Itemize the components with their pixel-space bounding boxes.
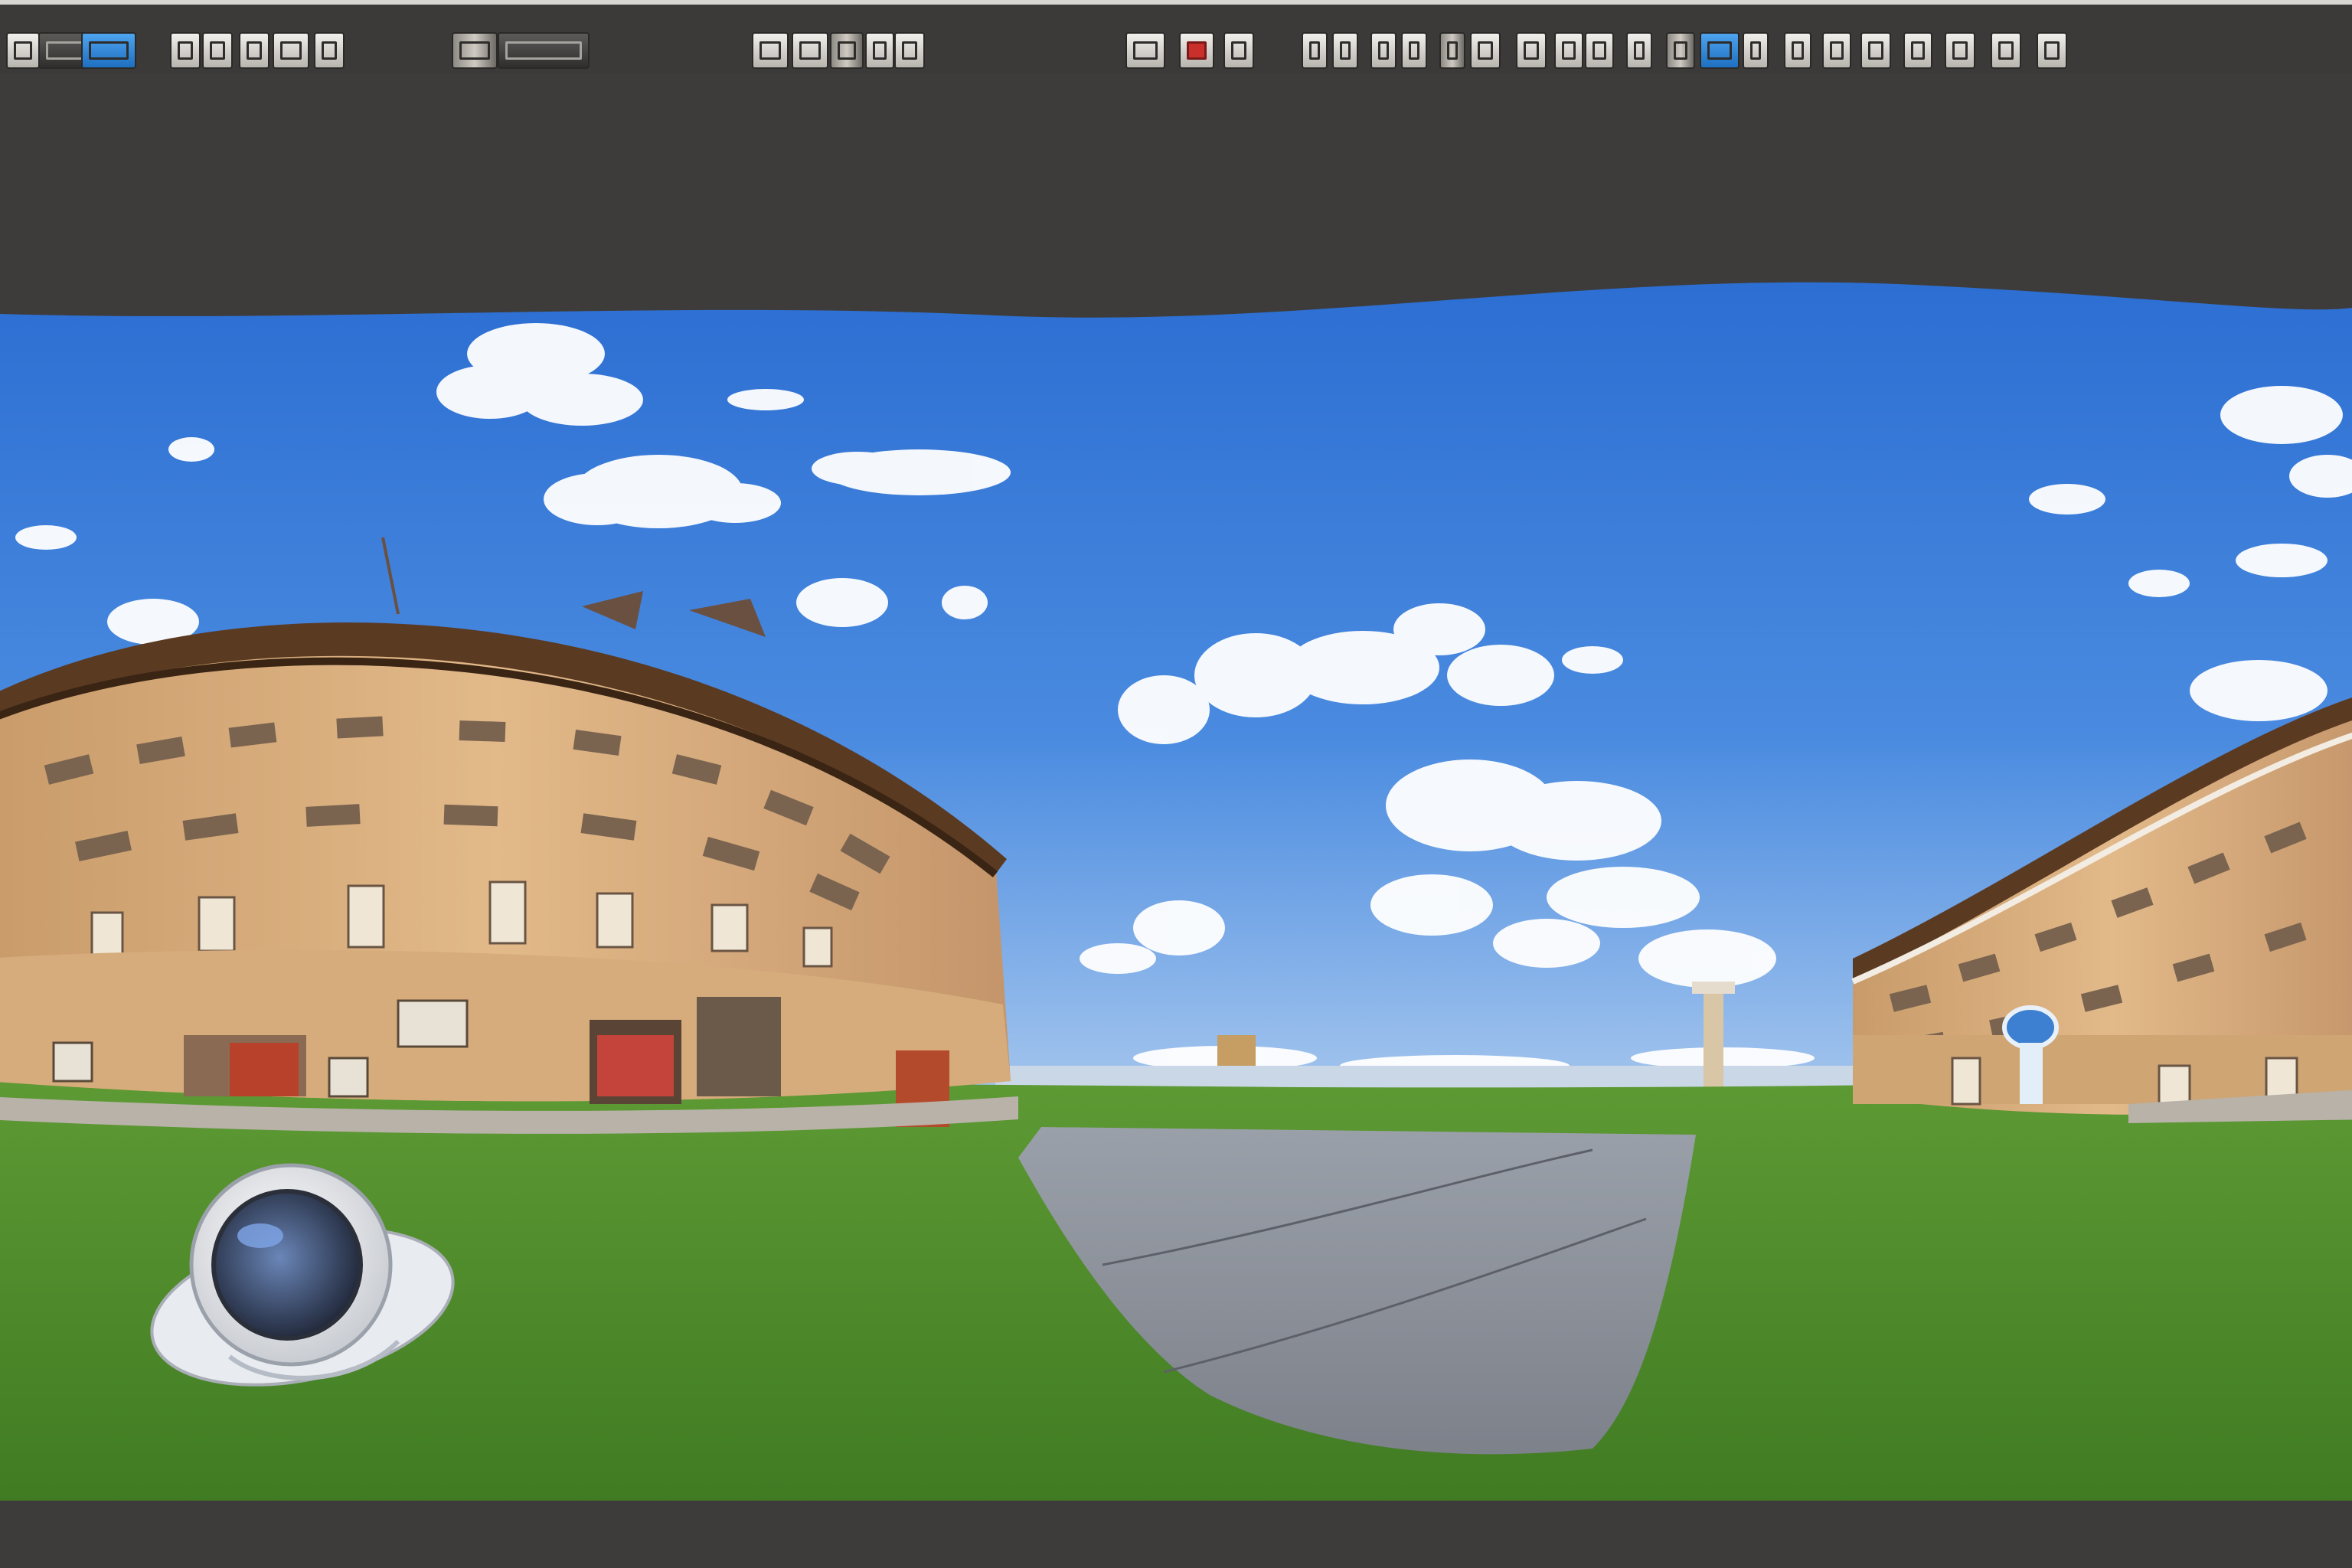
toolbar-button-38[interactable]: [2037, 32, 2067, 69]
toolbar-button-28[interactable]: [1626, 32, 1652, 69]
toolbar-button-15[interactable]: [894, 32, 925, 69]
distant-tower: [1704, 989, 1723, 1089]
toolbar-button-6[interactable]: [239, 32, 270, 69]
toolbar-button-33[interactable]: [1822, 32, 1851, 69]
toolbar-button-34[interactable]: [1860, 32, 1891, 69]
toolbar-button-35[interactable]: [1903, 32, 1932, 69]
toolbar-button-18[interactable]: [1223, 32, 1254, 69]
toolbar-button-5[interactable]: [202, 32, 233, 69]
left-red-door: [230, 1043, 299, 1096]
toolbar-button-26[interactable]: [1554, 32, 1583, 69]
distant-sign: [1217, 1035, 1256, 1066]
toolbar-button-23[interactable]: [1439, 32, 1465, 69]
toolbar-button-20[interactable]: [1332, 32, 1358, 69]
toolbar-button-12[interactable]: [792, 32, 828, 69]
toolbar-button-32[interactable]: [1784, 32, 1811, 69]
panorama-image: [0, 282, 2352, 1517]
toolbar-button-21[interactable]: [1370, 32, 1396, 69]
toolbar-button-25[interactable]: [1516, 32, 1547, 69]
panorama-viewer-app: [0, 0, 2352, 1568]
toolbar-button-1[interactable]: [6, 32, 40, 69]
toolbar-button-13[interactable]: [830, 32, 864, 69]
panorama-viewport[interactable]: [0, 270, 2352, 1517]
toolbar-button-31[interactable]: [1743, 32, 1769, 69]
toolbar-button-36[interactable]: [1945, 32, 1975, 69]
horizon-haze: [995, 1066, 1883, 1089]
toolbar-button-3[interactable]: [81, 32, 136, 69]
toolbar-button-16[interactable]: [1125, 32, 1165, 69]
toolbar-button-27[interactable]: [1585, 32, 1614, 69]
top-toolbar: [0, 0, 2352, 74]
toolbar-button-17[interactable]: [1179, 32, 1214, 69]
toolbar-button-7[interactable]: [273, 32, 309, 69]
toolbar-button-24[interactable]: [1470, 32, 1501, 69]
toolbar-button-30[interactable]: [1700, 32, 1740, 69]
toolbar-button-37[interactable]: [1991, 32, 2021, 69]
toolbar-button-8[interactable]: [314, 32, 345, 69]
toolbar-button-19[interactable]: [1302, 32, 1328, 69]
toolbar-button-11[interactable]: [752, 32, 789, 69]
toolbar-button-9[interactable]: [452, 32, 498, 69]
right-round-window: [2002, 1005, 2059, 1050]
toolbar-button-14[interactable]: [865, 32, 894, 69]
toolbar-button-4[interactable]: [170, 32, 201, 69]
empty-dark-band-bottom: [0, 1501, 2352, 1568]
toolbar-button-29[interactable]: [1666, 32, 1695, 69]
toolbar-button-10[interactable]: [498, 32, 590, 69]
toolbar-button-22[interactable]: [1401, 32, 1427, 69]
